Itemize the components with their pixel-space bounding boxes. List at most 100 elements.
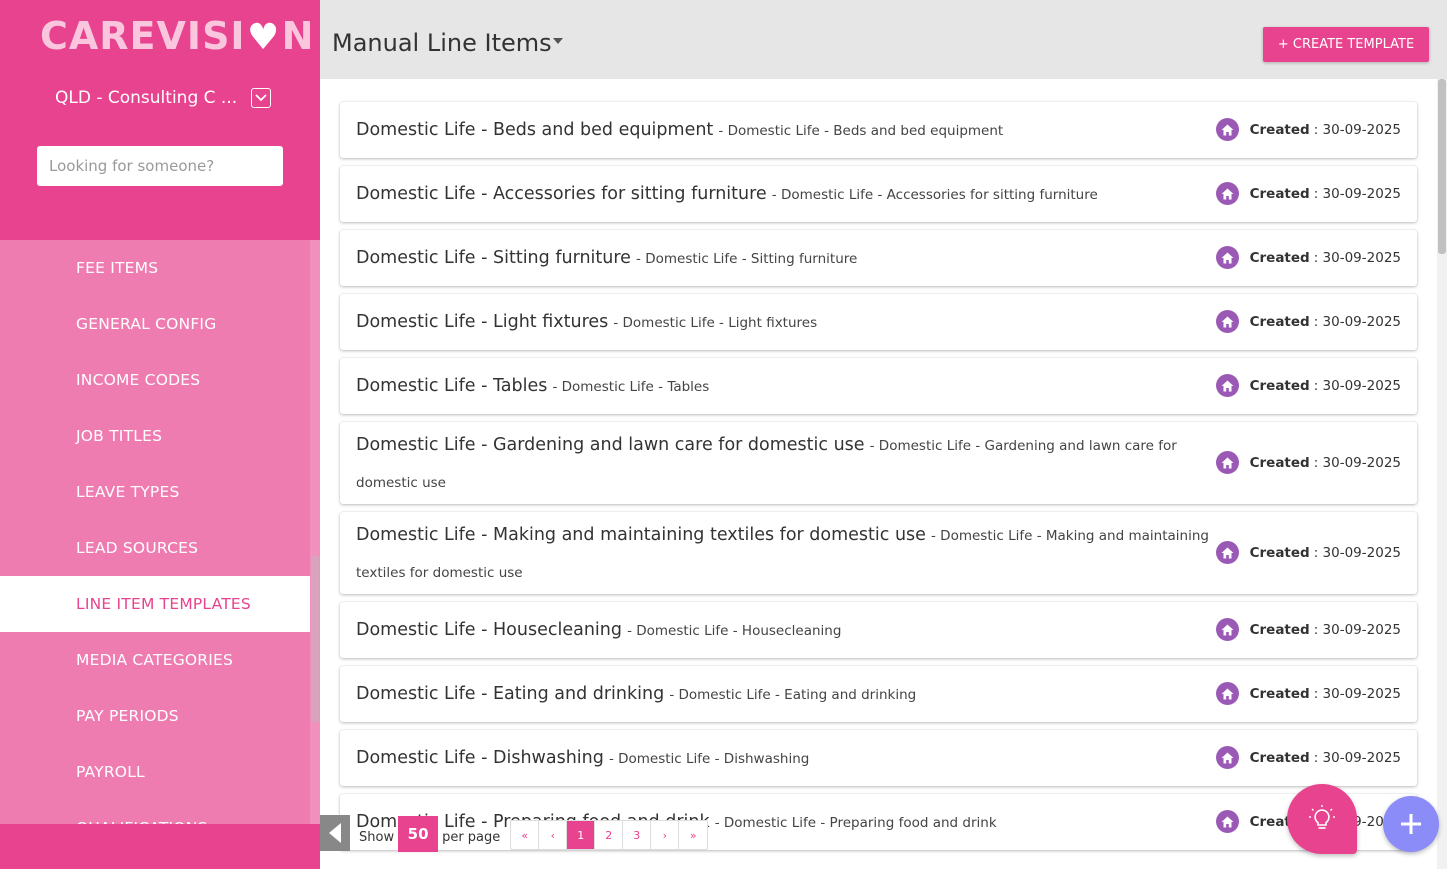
page-scrollbar-thumb[interactable]: [1438, 79, 1446, 254]
sidebar-item-leave-types[interactable]: LEAVE TYPES: [0, 464, 310, 520]
page-3-button[interactable]: 3: [623, 821, 652, 849]
last-page-button[interactable]: »: [679, 821, 707, 849]
line-item-meta: Created: 30-09-2025: [1215, 118, 1401, 141]
created-date: : 30-09-2025: [1313, 749, 1401, 766]
carevision-logo[interactable]: CAREVISI♥N: [40, 14, 314, 58]
line-item-card[interactable]: Domestic Life - Sitting furniture - Dome…: [340, 230, 1417, 286]
next-page-button[interactable]: ›: [651, 821, 680, 849]
line-item-description: - Domestic Life - Housecleaning: [627, 623, 842, 639]
created-label: Created: [1249, 685, 1310, 702]
line-item-card[interactable]: Domestic Life - Dishwashing - Domestic L…: [340, 730, 1417, 786]
created-date: : 30-09-2025: [1313, 249, 1401, 266]
line-item-card[interactable]: Domestic Life - Making and maintaining t…: [340, 512, 1417, 594]
line-item-name: Domestic Life - Dishwashing: [356, 748, 604, 768]
sidebar-scrollbar-thumb[interactable]: [311, 556, 319, 722]
created-label: Created: [1249, 749, 1310, 766]
page-title[interactable]: Manual Line Items: [332, 29, 552, 57]
home-icon: [1215, 541, 1239, 564]
sidebar-item-qualifications[interactable]: QUALIFICATIONS: [0, 800, 310, 824]
created-label: Created: [1249, 544, 1310, 561]
plus-icon: [1401, 814, 1421, 834]
page-2-button[interactable]: 2: [595, 821, 624, 849]
home-icon: [1215, 682, 1239, 705]
collapse-sidebar-button[interactable]: [320, 815, 350, 851]
created-label: Created: [1249, 249, 1310, 266]
sidebar-item-pay-periods[interactable]: PAY PERIODS: [0, 688, 310, 744]
settings-nav: FEE ITEMS GENERAL CONFIG INCOME CODES JOB T…: [0, 240, 310, 824]
created-date: : 30-09-2025: [1313, 685, 1401, 702]
line-item-meta: Created: 30-09-2025: [1215, 618, 1401, 641]
created-label: Created: [1249, 313, 1310, 330]
caret-down-icon[interactable]: [553, 38, 563, 44]
sidebar-item-line-item-templates[interactable]: LINE ITEM TEMPLATES: [0, 576, 310, 632]
line-item-card[interactable]: Domestic Life - Housecleaning - Domestic…: [340, 602, 1417, 658]
page-header: Manual Line Items + CREATE TEMPLATE: [320, 0, 1447, 79]
line-item-description: - Domestic Life - Sitting furniture: [636, 251, 858, 267]
sidebar-item-lead-sources[interactable]: LEAD SOURCES: [0, 520, 310, 576]
show-label: Show: [359, 829, 395, 845]
line-item-meta: Created: 30-09-2025: [1215, 746, 1401, 769]
created-date: : 30-09-2025: [1313, 377, 1401, 394]
page-1-button[interactable]: 1: [567, 821, 596, 849]
line-item-meta: Created: 30-09-2025: [1215, 451, 1401, 474]
created-date: : 30-09-2025: [1313, 544, 1401, 561]
sidebar-scrollbar[interactable]: [310, 240, 320, 824]
first-page-button[interactable]: «: [511, 821, 540, 849]
line-item-meta: Created: 30-09-2025: [1215, 374, 1401, 397]
home-icon: [1215, 746, 1239, 769]
prev-page-button[interactable]: ‹: [539, 821, 568, 849]
per-page-select[interactable]: 50: [398, 816, 439, 852]
line-item-description: - Domestic Life - Tables: [552, 379, 710, 395]
line-item-description: - Domestic Life - Eating and drinking: [669, 687, 917, 703]
line-item-meta: Created: 30-09-2025: [1215, 246, 1401, 269]
line-item-text: Domestic Life - Gardening and lawn care …: [356, 427, 1226, 501]
line-item-description: - Domestic Life - Dishwashing: [608, 751, 810, 767]
home-icon: [1215, 118, 1239, 141]
home-icon: [1215, 810, 1239, 833]
tips-button[interactable]: [1287, 784, 1357, 854]
home-icon: [1215, 451, 1239, 474]
line-item-meta: Created: 30-09-2025: [1215, 310, 1401, 333]
add-button[interactable]: [1383, 796, 1439, 852]
line-item-description: - Domestic Life - Accessories for sittin…: [771, 187, 1098, 203]
line-item-name: Domestic Life - Beds and bed equipment: [356, 120, 714, 140]
sidebar-item-fee-items[interactable]: FEE ITEMS: [0, 240, 310, 296]
chevron-down-icon[interactable]: [251, 88, 272, 108]
line-item-card[interactable]: Domestic Life - Tables - Domestic Life -…: [340, 358, 1417, 414]
sidebar: CAREVISI♥N QLD - Consulting C ... FEE IT…: [0, 0, 320, 869]
create-template-button[interactable]: + CREATE TEMPLATE: [1263, 27, 1429, 62]
line-item-text: Domestic Life - Dishwashing - Domestic L…: [356, 740, 1226, 777]
line-item-name: Domestic Life - Eating and drinking: [356, 684, 665, 704]
sidebar-item-income-codes[interactable]: INCOME CODES: [0, 352, 310, 408]
line-item-name: Domestic Life - Housecleaning: [356, 620, 622, 640]
line-item-name: Domestic Life - Making and maintaining t…: [356, 525, 926, 545]
line-item-text: Domestic Life - Sitting furniture - Dome…: [356, 240, 1226, 277]
line-item-card[interactable]: Domestic Life - Accessories for sitting …: [340, 166, 1417, 222]
line-item-name: Domestic Life - Tables: [356, 376, 548, 396]
organisation-selector[interactable]: QLD - Consulting C ...: [55, 88, 275, 108]
page-buttons: « ‹ 1 2 3 › »: [510, 820, 709, 850]
home-icon: [1215, 246, 1239, 269]
line-item-description: - Domestic Life - Beds and bed equipment: [718, 123, 1004, 139]
line-item-card[interactable]: Domestic Life - Light fixtures - Domesti…: [340, 294, 1417, 350]
line-item-card[interactable]: Domestic Life - Beds and bed equipment -…: [340, 102, 1417, 158]
home-icon: [1215, 182, 1239, 205]
line-item-card[interactable]: Domestic Life - Gardening and lawn care …: [340, 422, 1417, 504]
line-item-name: Domestic Life - Gardening and lawn care …: [356, 435, 865, 455]
sidebar-item-job-titles[interactable]: JOB TITLES: [0, 408, 310, 464]
created-label: Created: [1249, 377, 1310, 394]
line-item-meta: Created: 30-09-2025: [1215, 682, 1401, 705]
created-date: : 30-09-2025: [1313, 121, 1401, 138]
line-item-name: Domestic Life - Accessories for sitting …: [356, 184, 767, 204]
triangle-left-icon: [329, 823, 341, 843]
sidebar-item-general-config[interactable]: GENERAL CONFIG: [0, 296, 310, 352]
created-date: : 30-09-2025: [1313, 185, 1401, 202]
page-scrollbar[interactable]: [1437, 79, 1447, 869]
created-label: Created: [1249, 621, 1310, 638]
created-date: : 30-09-2025: [1313, 313, 1401, 330]
line-item-card[interactable]: Domestic Life - Eating and drinking - Do…: [340, 666, 1417, 722]
people-search-input[interactable]: [37, 146, 283, 186]
line-item-meta: Created: 30-09-2025: [1215, 182, 1401, 205]
sidebar-item-payroll[interactable]: PAYROLL: [0, 744, 310, 800]
sidebar-item-media-categories[interactable]: MEDIA CATEGORIES: [0, 632, 310, 688]
